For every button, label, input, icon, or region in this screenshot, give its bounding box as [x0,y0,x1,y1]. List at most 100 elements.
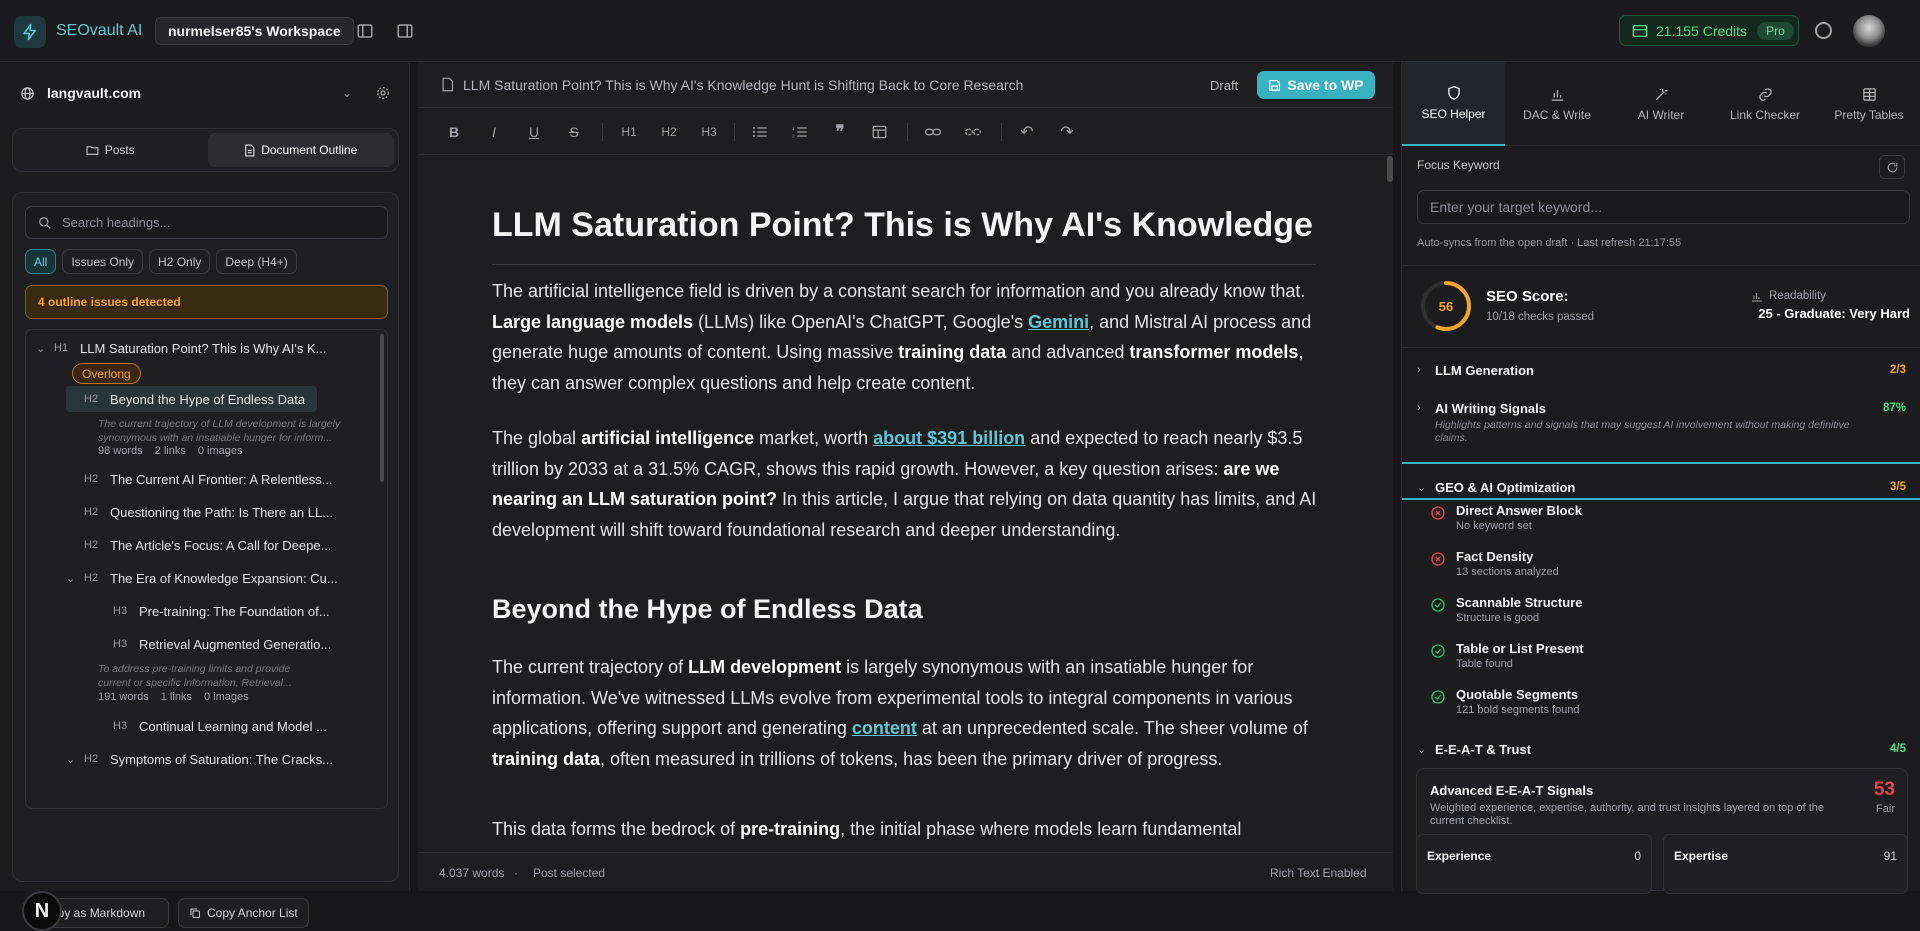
heading-search-input[interactable]: Search headings... [25,206,388,239]
article-heading-h1[interactable]: LLM Saturation Point? This is Why AI's K… [492,206,1313,245]
search-icon [39,216,51,229]
site-selector[interactable]: langvault.com ⌄ [20,82,395,104]
strikethrough-icon[interactable]: S [565,123,583,141]
readability-label: Readability [1751,290,1826,302]
link-content[interactable]: content [852,718,917,738]
check-item[interactable]: Quotable Segments 121 bold segments found [1430,687,1580,716]
workspace-switcher[interactable]: nurmelser85's Workspace [155,17,354,45]
quote-icon[interactable]: ❞ [831,122,849,141]
copy-anchor-list-button[interactable]: Copy Anchor List [178,898,309,928]
document-icon [442,77,454,92]
unlink-icon[interactable] [964,123,982,141]
check-item[interactable]: Scannable Structure Structure is good [1430,595,1582,624]
document-outline: Search headings... All Issues Only H2 On… [12,192,399,882]
link-icon [1758,87,1772,101]
italic-icon[interactable]: I [485,123,503,141]
site-name: langvault.com [47,85,142,101]
tab-document-outline[interactable]: Document Outline [207,133,394,167]
outline-item-h3[interactable]: H3 Continual Learning and Model ... [113,713,327,739]
top-bar: SEOvault AI nurmelser85's Workspace 21.1… [0,0,1920,62]
undo-icon[interactable]: ↶ [1018,123,1036,141]
outline-tree: ⌄ H1 LLM Saturation Point? This is Why A… [25,329,388,809]
tab-pretty-tables[interactable]: Pretty Tables [1817,62,1920,146]
eeat-title: Advanced E-E-A-T Signals [1430,783,1594,798]
x-circle-icon [1431,506,1445,520]
tab-posts[interactable]: Posts [17,133,204,167]
outline-issues-banner[interactable]: 4 outline issues detected [25,285,388,319]
outline-item-h2[interactable]: H2 The Current AI Frontier: A Relentless… [84,466,333,492]
user-initial-badge[interactable]: N [22,891,62,931]
article-heading-h2[interactable]: Beyond the Hype of Endless Data [492,594,923,625]
heading-3-button[interactable]: H3 [697,123,721,141]
seo-score-ring: 56 [1421,281,1471,331]
paragraph[interactable]: The current trajectory of LLM developmen… [492,652,1322,774]
seo-score-sub: 10/18 checks passed [1486,311,1595,323]
seo-score-value: 56 [1439,299,1453,314]
theme-toggle-icon[interactable] [1815,22,1832,39]
check-item[interactable]: Table or List Present Table found [1430,641,1584,670]
bold-icon[interactable]: B [445,123,463,141]
section-eeat-trust[interactable]: ⌄ E-E-A-T & Trust 4/5 [1402,737,1920,761]
paragraph[interactable]: The global artificial intelligence marke… [492,423,1322,545]
overlong-badge: Overlong [72,363,141,384]
toggle-left-panel-icon[interactable] [355,21,375,41]
eeat-metric-experience: Experience 0 [1416,834,1652,894]
section-ai-writing-signals[interactable]: › AI Writing Signals 87% [1402,396,1920,420]
filter-all[interactable]: All [25,249,57,274]
bullet-list-icon[interactable] [751,123,769,141]
user-avatar[interactable] [1853,15,1885,47]
outline-item-h2[interactable]: ⌄ H2 Symptoms of Saturation: The Cracks.… [66,746,333,772]
chevron-down-icon[interactable]: ⌄ [342,86,352,100]
tab-dac-write[interactable]: DAC & Write [1505,62,1609,146]
heading-1-button[interactable]: H1 [617,123,641,141]
chevron-down-icon[interactable]: ⌄ [66,572,84,585]
outline-item-h3[interactable]: H3 Retrieval Augmented Generatio... [113,631,331,657]
outline-item-h3[interactable]: H3 Pre-training: The Foundation of... [113,598,330,624]
table-icon[interactable] [870,123,888,141]
chevron-down-icon[interactable]: ⌄ [36,342,54,355]
outline-item-h2[interactable]: H2 Beyond the Hype of Endless Data [84,386,305,412]
toggle-right-panel-icon[interactable] [395,21,415,41]
document-header: LLM Saturation Point? This is Why AI's K… [418,62,1393,108]
filter-deep[interactable]: Deep (H4+) [216,249,297,274]
tab-link-checker[interactable]: Link Checker [1713,62,1817,146]
logo-icon[interactable] [14,16,46,48]
outline-item-h1[interactable]: ⌄ H1 LLM Saturation Point? This is Why A… [36,335,326,361]
filter-h2-only[interactable]: H2 Only [149,249,211,274]
redo-icon[interactable]: ↷ [1058,123,1076,141]
focus-keyword-input[interactable]: Enter your target keyword... [1417,190,1910,224]
check-circle-icon [1431,598,1445,612]
underline-icon[interactable]: U [525,123,543,141]
outline-item-h2[interactable]: H2 Questioning the Path: Is There an LL.… [84,499,333,525]
editor-content[interactable]: LLM Saturation Point? This is Why AI's K… [418,156,1388,850]
numbered-list-icon[interactable]: 12 [791,123,809,141]
brand-name[interactable]: SEOvault AI [56,22,142,40]
gear-icon[interactable] [375,85,391,101]
credits-badge[interactable]: 21.155 Credits Pro [1619,15,1799,46]
section-llm-generation[interactable]: › LLM Generation 2/3 [1402,358,1920,382]
refresh-icon[interactable] [1879,155,1905,179]
paragraph[interactable]: This data forms the bedrock of pre-train… [492,814,1322,845]
link-gemini[interactable]: Gemini [1028,312,1089,332]
section-geo-ai-optimization[interactable]: ⌄ GEO & AI Optimization 3/5 [1402,475,1920,499]
chevron-down-icon: ⌄ [1417,743,1427,756]
editor-scrollbar[interactable] [1387,156,1393,182]
check-item[interactable]: Direct Answer Block No keyword set [1430,503,1582,532]
paragraph[interactable]: The artificial intelligence field is dri… [492,276,1322,398]
eeat-description: Weighted experience, expertise, authorit… [1430,802,1824,827]
readability-value: 25 - Graduate: Very Hard [1758,306,1910,321]
filter-issues-only[interactable]: Issues Only [62,249,144,274]
outline-item-h2[interactable]: ⌄ H2 The Era of Knowledge Expansion: Cu.… [66,565,338,591]
tab-ai-writer[interactable]: AI Writer [1609,62,1713,146]
save-to-wp-button[interactable]: Save to WP [1257,71,1375,99]
chevron-down-icon[interactable]: ⌄ [66,753,84,766]
heading-2-button[interactable]: H2 [657,123,681,141]
outline-item-h2[interactable]: H2 The Article's Focus: A Call for Deepe… [84,532,331,558]
link-icon[interactable] [924,123,942,141]
outline-scrollbar[interactable] [380,334,384,482]
tab-seo-helper[interactable]: SEO Helper [1402,62,1505,146]
toolbar-divider [907,123,908,141]
check-item[interactable]: Fact Density 13 sections analyzed [1430,549,1559,578]
post-selected-status: Post selected [533,866,606,880]
link-market-size[interactable]: about $391 billion [873,428,1025,448]
